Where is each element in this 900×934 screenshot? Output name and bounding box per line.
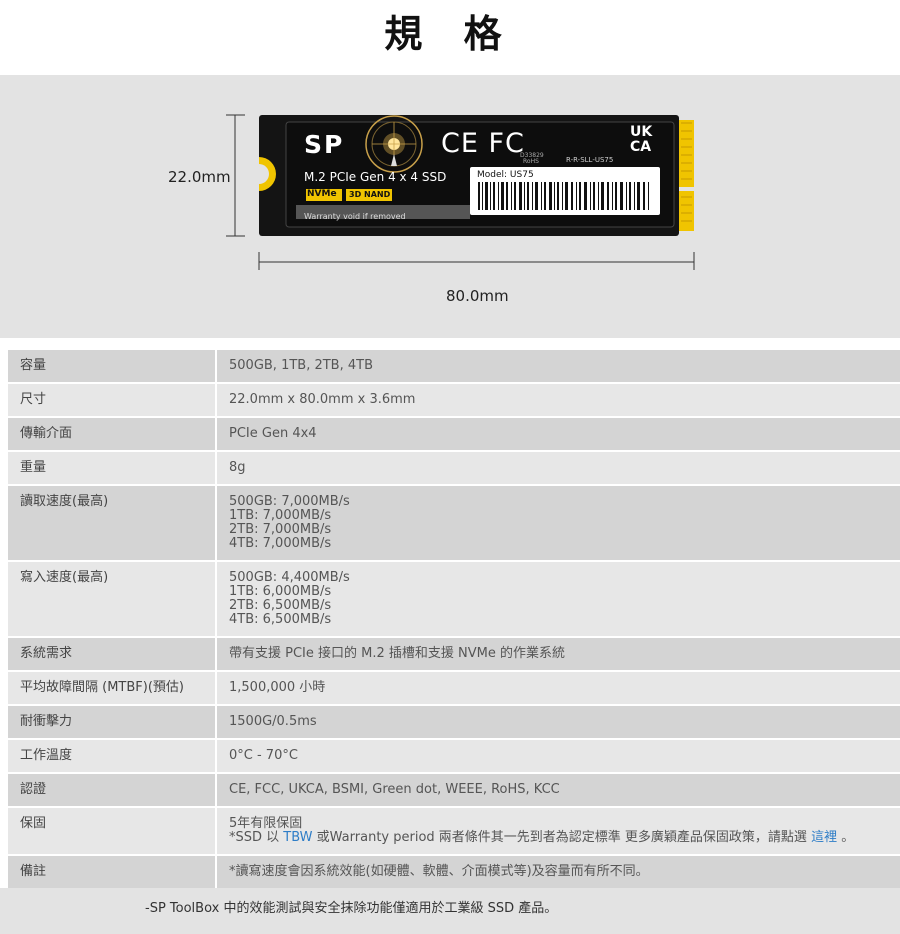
cert-marks: CE FC [441, 128, 525, 159]
spec-row: 保固 5年有限保固 *SSD 以 TBW 或Warranty period 兩者條件… [8, 807, 900, 856]
warranty-sticker-text: Warranty void if removed [304, 212, 406, 221]
spec-value: 5年有限保固 *SSD 以 TBW 或Warranty period 兩者條件其一… [216, 807, 900, 856]
spec-value-line: 1TB: 7,000MB/s [229, 508, 332, 523]
spec-label: 認證 [8, 773, 217, 808]
spec-label: 重量 [8, 451, 217, 486]
spec-value: 8g [216, 451, 900, 486]
spec-value: 1,500,000 小時 [216, 671, 900, 706]
spec-row: 耐衝擊力 1500G/0.5ms [8, 705, 900, 740]
spec-value-line: 4TB: 7,000MB/s [229, 536, 332, 551]
spec-row: 讀取速度(最高) 500GB: 7,000MB/s 1TB: 7,000MB/s 2T… [8, 485, 900, 562]
ssd-brand-logo: SP [304, 130, 345, 159]
spec-value-line: 5年有限保固 [229, 816, 303, 831]
spec-label: 保固 [8, 807, 217, 856]
spec-value-line: 4TB: 6,500MB/s [229, 612, 332, 627]
spec-value-line: CE, FCC, UKCA, BSMI, Green dot, WEEE, Ro… [229, 782, 560, 797]
gold-contacts [679, 120, 694, 231]
spec-value: 0°C - 70°C [216, 739, 900, 774]
spec-row: 認證 CE, FCC, UKCA, BSMI, Green dot, WEEE, … [8, 773, 900, 808]
spec-value-line: 8g [229, 460, 246, 475]
footer-note-bar: -SP ToolBox 中的效能測試與安全抹除功能僅適用於工業級 SSD 產品。 [0, 888, 900, 934]
spec-label: 系統需求 [8, 637, 217, 672]
spec-value: 500GB, 1TB, 2TB, 4TB [216, 350, 900, 384]
rohs-mark: RoHS [523, 158, 539, 165]
spec-value-line: 500GB: 7,000MB/s [229, 494, 350, 509]
spec-row: 容量 500GB, 1TB, 2TB, 4TB [8, 350, 900, 384]
spec-value-line: 1500G/0.5ms [229, 714, 317, 729]
cert-code: R-R-SLL-US75 [566, 156, 614, 164]
spec-row: 系統需求 帶有支援 PCIe 接口的 M.2 插槽和支援 NVMe 的作業系統 [8, 637, 900, 672]
spec-row: 備註 *讀寫速度會因系統效能(如硬體、軟體、介面模式等)及容量而有所不同。 [8, 855, 900, 890]
spec-value-line: 500GB: 4,400MB/s [229, 570, 350, 585]
spec-value-line: 22.0mm x 80.0mm x 3.6mm [229, 392, 416, 407]
spec-value: CE, FCC, UKCA, BSMI, Green dot, WEEE, Ro… [216, 773, 900, 808]
spec-value-line: 帶有支援 PCIe 接口的 M.2 插槽和支援 NVMe 的作業系統 [229, 646, 565, 661]
spec-label: 平均故障間隔 (MTBF)(預估) [8, 671, 217, 706]
warranty-note-middle: 或Warranty period 兩者條件其一先到者為認定標準 更多廣穎產品保固… [312, 830, 812, 845]
spec-value-line: 0°C - 70°C [229, 748, 298, 763]
spec-row: 寫入速度(最高) 500GB: 4,400MB/s 1TB: 6,000MB/s 2T… [8, 561, 900, 638]
spec-value: 帶有支援 PCIe 接口的 M.2 插槽和支援 NVMe 的作業系統 [216, 637, 900, 672]
warranty-policy-link[interactable]: 這裡 [811, 830, 837, 845]
spec-label: 容量 [8, 350, 217, 384]
warranty-note-prefix: *SSD 以 [229, 830, 284, 845]
height-dimension-line [226, 114, 245, 237]
spec-label: 傳輸介面 [8, 417, 217, 452]
spec-value-line: *讀寫速度會因系統效能(如硬體、軟體、介面模式等)及容量而有所不同。 [229, 864, 649, 879]
tbw-link[interactable]: TBW [283, 830, 312, 845]
spec-label: 尺寸 [8, 383, 217, 418]
emblem-icon [365, 115, 423, 173]
spec-value: PCIe Gen 4x4 [216, 417, 900, 452]
nvme-badge-text: NVMe [307, 189, 337, 199]
spec-label: 讀取速度(最高) [8, 485, 217, 562]
spec-value: 1500G/0.5ms [216, 705, 900, 740]
spec-value: *讀寫速度會因系統效能(如硬體、軟體、介面模式等)及容量而有所不同。 [216, 855, 900, 890]
uk-mark: UK [630, 124, 653, 140]
spec-row: 重量 8g [8, 451, 900, 486]
ssd-drawing [226, 114, 695, 270]
spec-value: 500GB: 7,000MB/s 1TB: 7,000MB/s 2TB: 7,000… [216, 485, 900, 562]
ssd-interface-label: M.2 PCIe Gen 4 x 4 SSD [304, 170, 447, 184]
spec-row: 平均故障間隔 (MTBF)(預估) 1,500,000 小時 [8, 671, 900, 706]
spec-value: 500GB: 4,400MB/s 1TB: 6,000MB/s 2TB: 6,500… [216, 561, 900, 638]
spec-value-line: 2TB: 7,000MB/s [229, 522, 332, 537]
product-dimension-figure: 22.0mm 80.0mm SP M.2 PCIe Gen 4 x 4 SSD … [0, 75, 900, 338]
spec-table: 容量 500GB, 1TB, 2TB, 4TB 尺寸 22.0mm x 80.0mm … [8, 350, 900, 890]
model-label: Model: US75 [477, 170, 534, 180]
spec-row: 工作溫度 0°C - 70°C [8, 739, 900, 774]
width-dimension-line [258, 252, 695, 270]
spec-value-line: PCIe Gen 4x4 [229, 426, 317, 441]
spec-row: 尺寸 22.0mm x 80.0mm x 3.6mm [8, 383, 900, 418]
footer-note: -SP ToolBox 中的效能測試與安全抹除功能僅適用於工業級 SSD 產品。 [145, 901, 558, 916]
spec-label: 備註 [8, 855, 217, 890]
warranty-note-suffix: 。 [837, 830, 855, 845]
ca-mark: CA [630, 139, 652, 155]
spec-label: 工作溫度 [8, 739, 217, 774]
spec-label: 寫入速度(最高) [8, 561, 217, 638]
warranty-policy-note: *SSD 以 TBW 或Warranty period 兩者條件其一先到者為認定… [229, 831, 888, 845]
spec-value-line: 500GB, 1TB, 2TB, 4TB [229, 358, 373, 373]
spec-value-line: 1TB: 6,000MB/s [229, 584, 332, 599]
spec-row: 傳輸介面 PCIe Gen 4x4 [8, 417, 900, 452]
page-title: 規 格 [384, 12, 516, 56]
spec-value: 22.0mm x 80.0mm x 3.6mm [216, 383, 900, 418]
title-bar: 規 格 [0, 0, 900, 75]
spec-value-line: 2TB: 6,500MB/s [229, 598, 332, 613]
3d-nand-badge-text: 3D NAND [349, 190, 391, 199]
spec-value-line: 1,500,000 小時 [229, 680, 326, 695]
spec-label: 耐衝擊力 [8, 705, 217, 740]
